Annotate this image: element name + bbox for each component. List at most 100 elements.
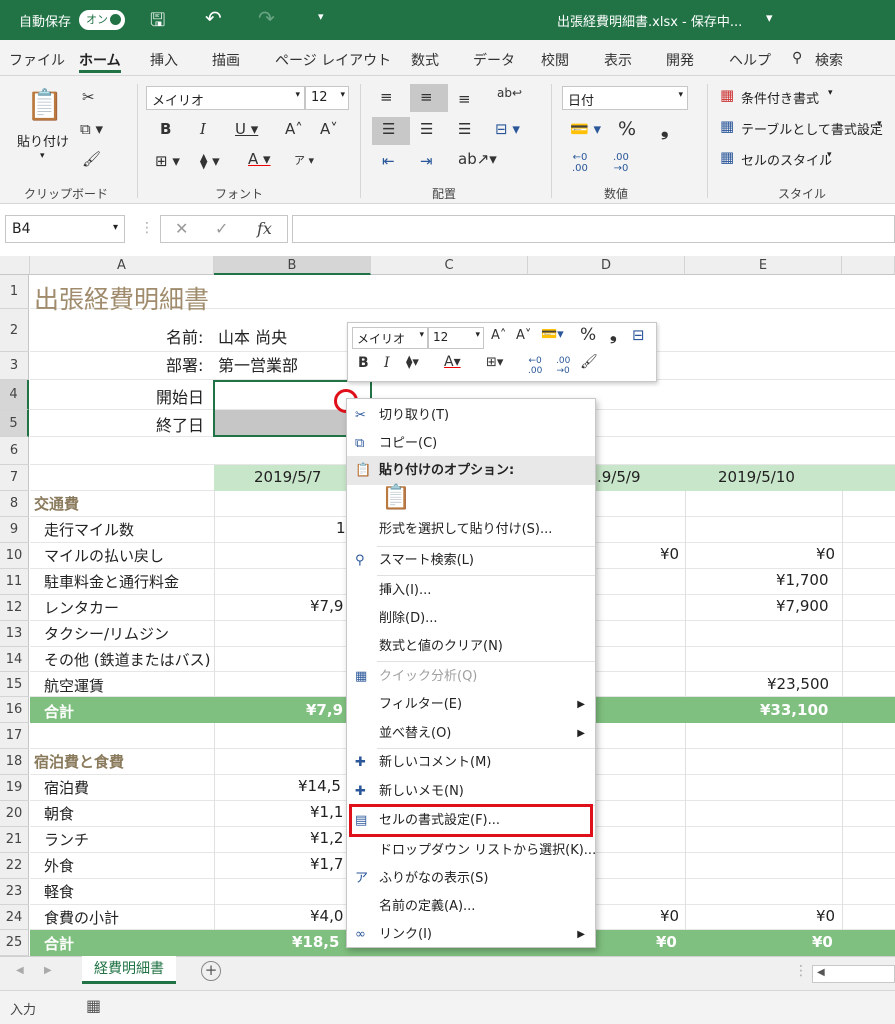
row-header-9[interactable]: 9 xyxy=(0,517,29,543)
row-header-8[interactable]: 8 xyxy=(0,491,29,517)
transport-item[interactable]: レンタカー xyxy=(44,597,119,618)
tab-help[interactable]: ヘルプ xyxy=(729,50,771,70)
cell-e24[interactable]: ¥0 xyxy=(816,907,835,925)
cell-b16[interactable]: ¥7,9 xyxy=(306,701,343,719)
lodging-item[interactable]: 外食 xyxy=(44,855,74,876)
lodging-item[interactable]: ランチ xyxy=(44,829,89,850)
cell-style-icon[interactable]: ▦ xyxy=(720,148,734,166)
menu-item-define-name[interactable]: 名前の定義(A)... xyxy=(347,892,595,921)
menu-item-sort[interactable]: 並べ替え(O) ▶ xyxy=(347,719,595,748)
borders-icon[interactable]: ⊞ ▾ xyxy=(155,152,180,170)
tab-search[interactable]: 検索 xyxy=(815,50,843,70)
format-painter-icon[interactable]: 🖌 xyxy=(580,354,598,370)
search-icon[interactable]: ⚲ xyxy=(792,50,802,66)
add-sheet-icon[interactable]: + xyxy=(201,961,221,981)
bold-icon[interactable]: B xyxy=(358,355,369,371)
menu-item-link[interactable]: ∞ リンク(I) ▶ xyxy=(347,920,595,949)
row-header-1[interactable]: 1 xyxy=(0,275,29,309)
row-header-6[interactable]: 6 xyxy=(0,437,29,465)
transport-item[interactable]: 航空運賃 xyxy=(44,675,104,696)
name-box[interactable]: B4 ▾ xyxy=(5,215,125,243)
format-table-icon[interactable]: ▦ xyxy=(720,117,734,135)
cell-b24[interactable]: ¥4,0 xyxy=(310,907,343,925)
align-middle-icon[interactable]: ≡ xyxy=(420,88,433,106)
decrease-indent-icon[interactable]: ⇤ xyxy=(382,152,395,170)
format-as-table-button[interactable]: テーブルとして書式設定 xyxy=(741,119,883,138)
menu-item-show-phonetic[interactable]: アふりがなの表示(S) xyxy=(347,864,595,893)
align-left-icon[interactable]: ☰ xyxy=(382,120,395,138)
mini-font-combo[interactable]: メイリオ ▾ xyxy=(352,327,428,349)
tab-review[interactable]: 校閲 xyxy=(541,50,569,70)
row-header-15[interactable]: 15 xyxy=(0,672,29,697)
chevron-down-icon[interactable]: ▾ xyxy=(828,88,833,98)
column-header-b[interactable]: B xyxy=(214,256,371,275)
total-label[interactable]: 合計 xyxy=(44,701,74,722)
menu-item-copy[interactable]: ⧉ コピー(C) xyxy=(347,429,595,458)
menu-item-paste-special[interactable]: 形式を選択して貼り付け(S)... xyxy=(347,515,595,544)
align-right-icon[interactable]: ☰ xyxy=(458,120,471,138)
grow-font-icon[interactable]: A˄ xyxy=(285,120,303,138)
tab-draw[interactable]: 描画 xyxy=(212,50,240,70)
phonetic-icon[interactable]: ア ▾ xyxy=(294,152,314,168)
row-header-10[interactable]: 10 xyxy=(0,543,29,569)
increase-indent-icon[interactable]: ⇥ xyxy=(420,152,433,170)
row-header-20[interactable]: 20 xyxy=(0,801,29,827)
comma-style-icon[interactable]: ❟ xyxy=(610,325,617,345)
increase-decimal-icon[interactable]: ←0.00 xyxy=(528,356,542,376)
row-header-3[interactable]: 3 xyxy=(0,352,29,380)
section-lodging[interactable]: 宿泊費と食費 xyxy=(34,751,124,772)
menu-item-pick-from-dropdown[interactable]: ドロップダウン リストから選択(K)... xyxy=(347,836,596,865)
row-header-14[interactable]: 14 xyxy=(0,647,29,672)
scroll-right-icon[interactable]: ▶ xyxy=(44,965,52,976)
row-header-7[interactable]: 7 xyxy=(0,465,29,491)
borders-icon[interactable]: ⊞▾ xyxy=(486,355,503,370)
menu-item-insert[interactable]: 挿入(I)... xyxy=(347,576,595,605)
font-color-icon[interactable]: A▾ xyxy=(444,354,461,370)
cut-icon[interactable]: ✂ xyxy=(82,88,95,106)
date-header[interactable]: 2019/5/10 xyxy=(718,468,795,486)
paste-label[interactable]: 貼り付け xyxy=(17,131,69,150)
redo-icon[interactable]: ↷ xyxy=(258,6,275,30)
tab-home[interactable]: ホーム xyxy=(79,50,121,70)
row-header-25[interactable]: 25 xyxy=(0,930,29,956)
menu-item-new-comment[interactable]: ✚ 新しいコメント(M) xyxy=(347,748,595,777)
orientation-icon[interactable]: ab↗▾ xyxy=(458,150,497,168)
start-date-label[interactable]: 開始日 xyxy=(156,384,204,408)
chevron-down-icon[interactable]: ▾ xyxy=(877,119,882,129)
percent-icon[interactable]: % xyxy=(580,325,596,345)
cell-b22[interactable]: ¥1,7 xyxy=(310,855,343,873)
mini-size-combo[interactable]: 12 ▾ xyxy=(428,327,484,349)
column-header-a[interactable]: A xyxy=(30,256,214,275)
row-header-21[interactable]: 21 xyxy=(0,827,29,853)
row-header-2[interactable]: 2 xyxy=(0,309,29,352)
column-header-c[interactable]: C xyxy=(371,256,528,275)
number-format-combo[interactable]: 日付 ▾ xyxy=(562,86,688,110)
save-icon[interactable]: 🖫 xyxy=(150,8,165,38)
align-center-icon[interactable]: ☰ xyxy=(420,120,433,138)
increase-decimal-icon[interactable]: ←0.00 xyxy=(572,152,588,174)
decrease-decimal-icon[interactable]: .00 →0 xyxy=(556,356,570,376)
row-header-5[interactable]: 5 xyxy=(0,410,29,437)
menu-item-cut[interactable]: ✂ 切り取り(T) xyxy=(347,401,595,430)
row-header-12[interactable]: 12 xyxy=(0,595,29,621)
grow-font-icon[interactable]: A˄ xyxy=(491,328,506,343)
scroll-left-icon[interactable]: ◀ xyxy=(16,965,24,976)
tab-view[interactable]: 表示 xyxy=(604,50,632,70)
transport-item[interactable]: 駐車料金と通行料金 xyxy=(44,571,179,592)
row-header-22[interactable]: 22 xyxy=(0,853,29,879)
accounting-format-icon[interactable]: 💳▾ xyxy=(541,327,564,342)
tab-formulas[interactable]: 数式 xyxy=(411,50,439,70)
date-header[interactable]: .9/5/9 xyxy=(597,468,641,486)
accessibility-icon[interactable]: ▦ xyxy=(86,996,101,1015)
cell-d25[interactable]: ¥0 xyxy=(656,933,677,951)
conditional-format-button[interactable]: 条件付き書式 xyxy=(741,88,819,107)
lodging-item[interactable]: 宿泊費 xyxy=(44,777,89,798)
horizontal-scrollbar[interactable]: ◀ xyxy=(812,965,895,983)
row-header-16[interactable]: 16 xyxy=(0,697,29,723)
cancel-icon[interactable]: ✕ xyxy=(175,219,188,238)
cell-b20[interactable]: ¥1,1 xyxy=(310,803,343,821)
paste-icon[interactable]: 📋 xyxy=(26,88,63,123)
fill-color-icon[interactable]: ⧫ ▾ xyxy=(200,152,220,170)
chevron-down-icon[interactable]: ▾ xyxy=(827,150,832,160)
dept-value[interactable]: 第一営業部 xyxy=(218,352,298,376)
